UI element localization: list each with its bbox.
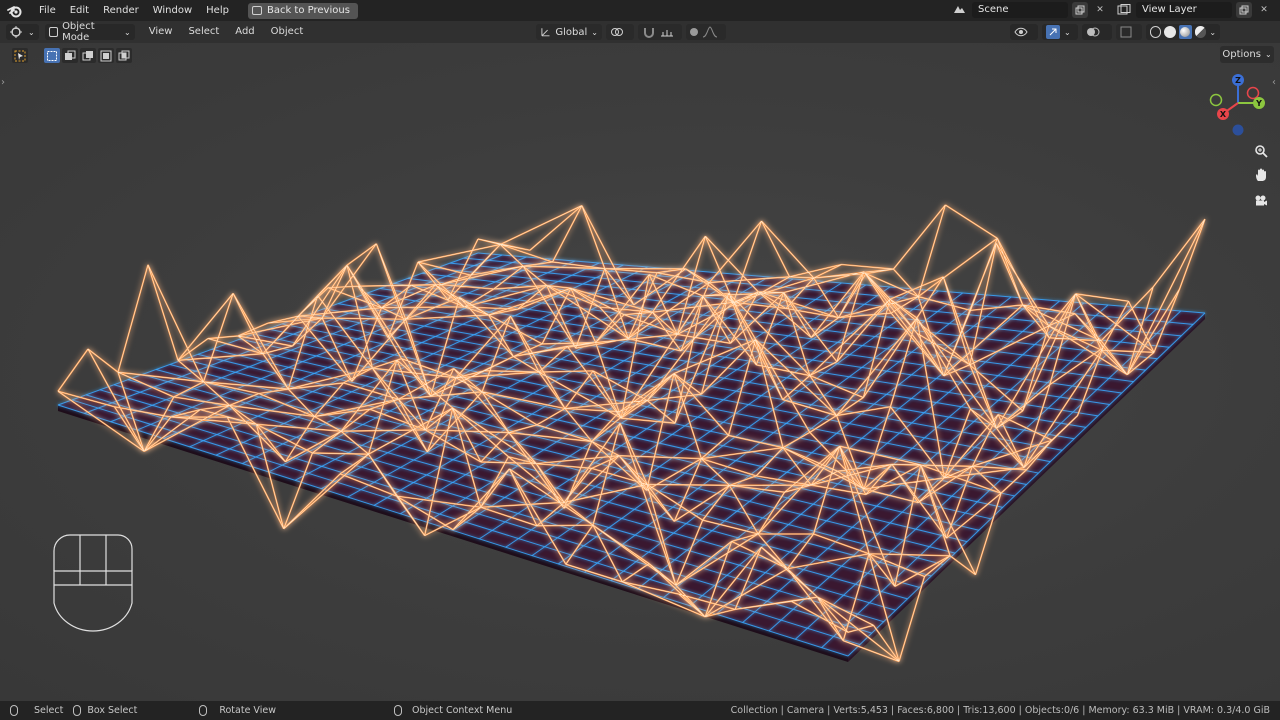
shading-mode-group[interactable]: ⌄ (1146, 24, 1220, 40)
toolbar-toggle-arrow-icon[interactable]: › (1, 77, 5, 88)
zoom-view-button[interactable] (1250, 140, 1272, 162)
hand-icon (1256, 168, 1266, 181)
back-to-previous-label: Back to Previous (266, 5, 350, 16)
overlays-toggle[interactable] (1082, 24, 1112, 40)
mouse-middle-icon (199, 705, 208, 716)
screen-icon (251, 6, 262, 15)
select-new-icon[interactable] (44, 48, 60, 63)
wireframe-shading-icon[interactable] (1150, 26, 1162, 38)
mouse-left-icon (10, 705, 18, 716)
navigation-gizmo[interactable]: Z Y X (1204, 73, 1274, 143)
header-select-menu[interactable]: Select (180, 21, 227, 43)
header-add-menu[interactable]: Add (227, 21, 262, 43)
mode-label: Object Mode (62, 21, 95, 43)
transform-orientation-dropdown[interactable]: Global ⌄ (536, 24, 602, 40)
proportional-edit-icon (690, 28, 698, 36)
gizmo-arrow-icon (1046, 25, 1060, 39)
orientation-axes-icon (541, 28, 550, 37)
options-label: Options (1222, 49, 1261, 60)
view-layer-selector: View Layer ✕ (1116, 2, 1272, 18)
overlays-icon (1087, 27, 1100, 37)
status-bar: Select Box Select Rotate View Object Con… (0, 701, 1280, 720)
select-tool-icon[interactable] (12, 48, 28, 63)
menu-help[interactable]: Help (199, 0, 236, 21)
status-context-menu-hint: Object Context Menu (411, 705, 513, 716)
view-layer-close-icon[interactable]: ✕ (1256, 2, 1272, 18)
snap-increment-icon (661, 30, 673, 37)
chevron-down-icon: ⌄ (591, 27, 598, 37)
mouse-right-icon (393, 705, 402, 716)
view-layer-copy-icon[interactable] (1236, 2, 1252, 18)
status-rotate-view-hint: Rotate View (219, 705, 276, 716)
pivot-point-dropdown[interactable] (606, 24, 634, 40)
rendered-shading-icon[interactable] (1194, 26, 1207, 38)
editor-type-dropdown[interactable]: ⌄ (6, 24, 39, 40)
chevron-down-icon: ⌄ (124, 27, 131, 37)
menu-edit[interactable]: Edit (63, 0, 96, 21)
top-menu-bar: File Edit Render Window Help Back to Pre… (0, 0, 1280, 21)
menu-render[interactable]: Render (96, 0, 146, 21)
gizmo-neg-y-axis[interactable] (1209, 93, 1223, 107)
gizmo-neg-z-axis[interactable] (1232, 124, 1244, 136)
gizmo-toggle[interactable]: ⌄ (1042, 24, 1078, 40)
mouse-drag-icon (73, 705, 82, 716)
gizmo-y-label: Y (1255, 99, 1262, 108)
select-extend-icon[interactable] (62, 48, 78, 63)
scene-copy-icon[interactable] (1072, 2, 1088, 18)
scene-name-field[interactable]: Scene (972, 2, 1068, 18)
menu-window[interactable]: Window (146, 0, 199, 21)
header-object-menu[interactable]: Object (263, 21, 312, 43)
select-subtract-icon[interactable] (80, 48, 96, 63)
magnet-icon (644, 28, 654, 38)
editor-type-icon (10, 26, 22, 38)
material-shading-icon[interactable] (1178, 25, 1192, 39)
select-invert-icon[interactable] (98, 48, 114, 63)
snapping-dropdown[interactable] (638, 24, 682, 40)
mode-dropdown[interactable]: Object Mode ⌄ (44, 21, 135, 43)
view-layer-name-field[interactable]: View Layer (1136, 2, 1232, 18)
tool-settings-row (12, 48, 132, 63)
status-select-hint: Select (34, 705, 64, 716)
falloff-curve-icon (702, 26, 718, 38)
object-visibility-dropdown[interactable] (1010, 24, 1038, 40)
back-to-previous-button[interactable]: Back to Previous (247, 2, 358, 19)
status-box-select-hint: Box Select (87, 705, 138, 716)
xray-toggle[interactable] (1116, 24, 1142, 40)
menu-file[interactable]: File (32, 0, 63, 21)
object-mode-icon (48, 27, 59, 37)
eye-icon (1014, 27, 1028, 37)
xray-icon (1120, 26, 1132, 38)
magnifier-icon (1255, 145, 1268, 158)
solid-shading-icon[interactable] (1164, 26, 1176, 38)
select-intersect-icon[interactable] (116, 48, 132, 63)
3d-viewport[interactable]: Options ⌄ ‹ › Z Y X (0, 43, 1280, 701)
scene-close-icon[interactable]: ✕ (1092, 2, 1108, 18)
mouse-input-icon (53, 534, 133, 632)
gizmo-neg-x-axis[interactable] (1246, 86, 1260, 100)
transform-orientation-label: Global (555, 26, 588, 38)
chevron-down-icon: ⌄ (1264, 50, 1272, 59)
chevron-down-icon: ⌄ (28, 27, 35, 37)
neon-grid-scene (57, 204, 1206, 663)
chevron-down-icon: ⌄ (1209, 27, 1217, 37)
options-dropdown[interactable]: Options ⌄ (1220, 46, 1274, 63)
pivot-icon (611, 28, 623, 36)
gizmo-z-label: Z (1235, 76, 1241, 85)
gizmo-x-label: X (1220, 110, 1227, 119)
scene-statistics: Collection | Camera | Verts:5,453 | Face… (730, 705, 1270, 716)
proportional-editing-dropdown[interactable] (686, 24, 726, 40)
blender-logo-icon[interactable] (6, 2, 24, 20)
camera-view-button[interactable] (1250, 190, 1272, 212)
view-layer-icon[interactable] (1116, 2, 1132, 18)
viewport-header: ⌄ Object Mode ⌄ View Select Add Object G… (0, 21, 1280, 43)
camera-icon (1255, 195, 1267, 206)
viewport-overlays-group: ⌄ ⌄ (1010, 24, 1220, 40)
scene-selector: Scene ✕ (952, 2, 1108, 18)
chevron-down-icon: ⌄ (1064, 27, 1071, 37)
header-view-menu[interactable]: View (141, 21, 181, 43)
pan-view-button[interactable] (1250, 164, 1272, 186)
scene-browse-icon[interactable] (952, 2, 968, 18)
